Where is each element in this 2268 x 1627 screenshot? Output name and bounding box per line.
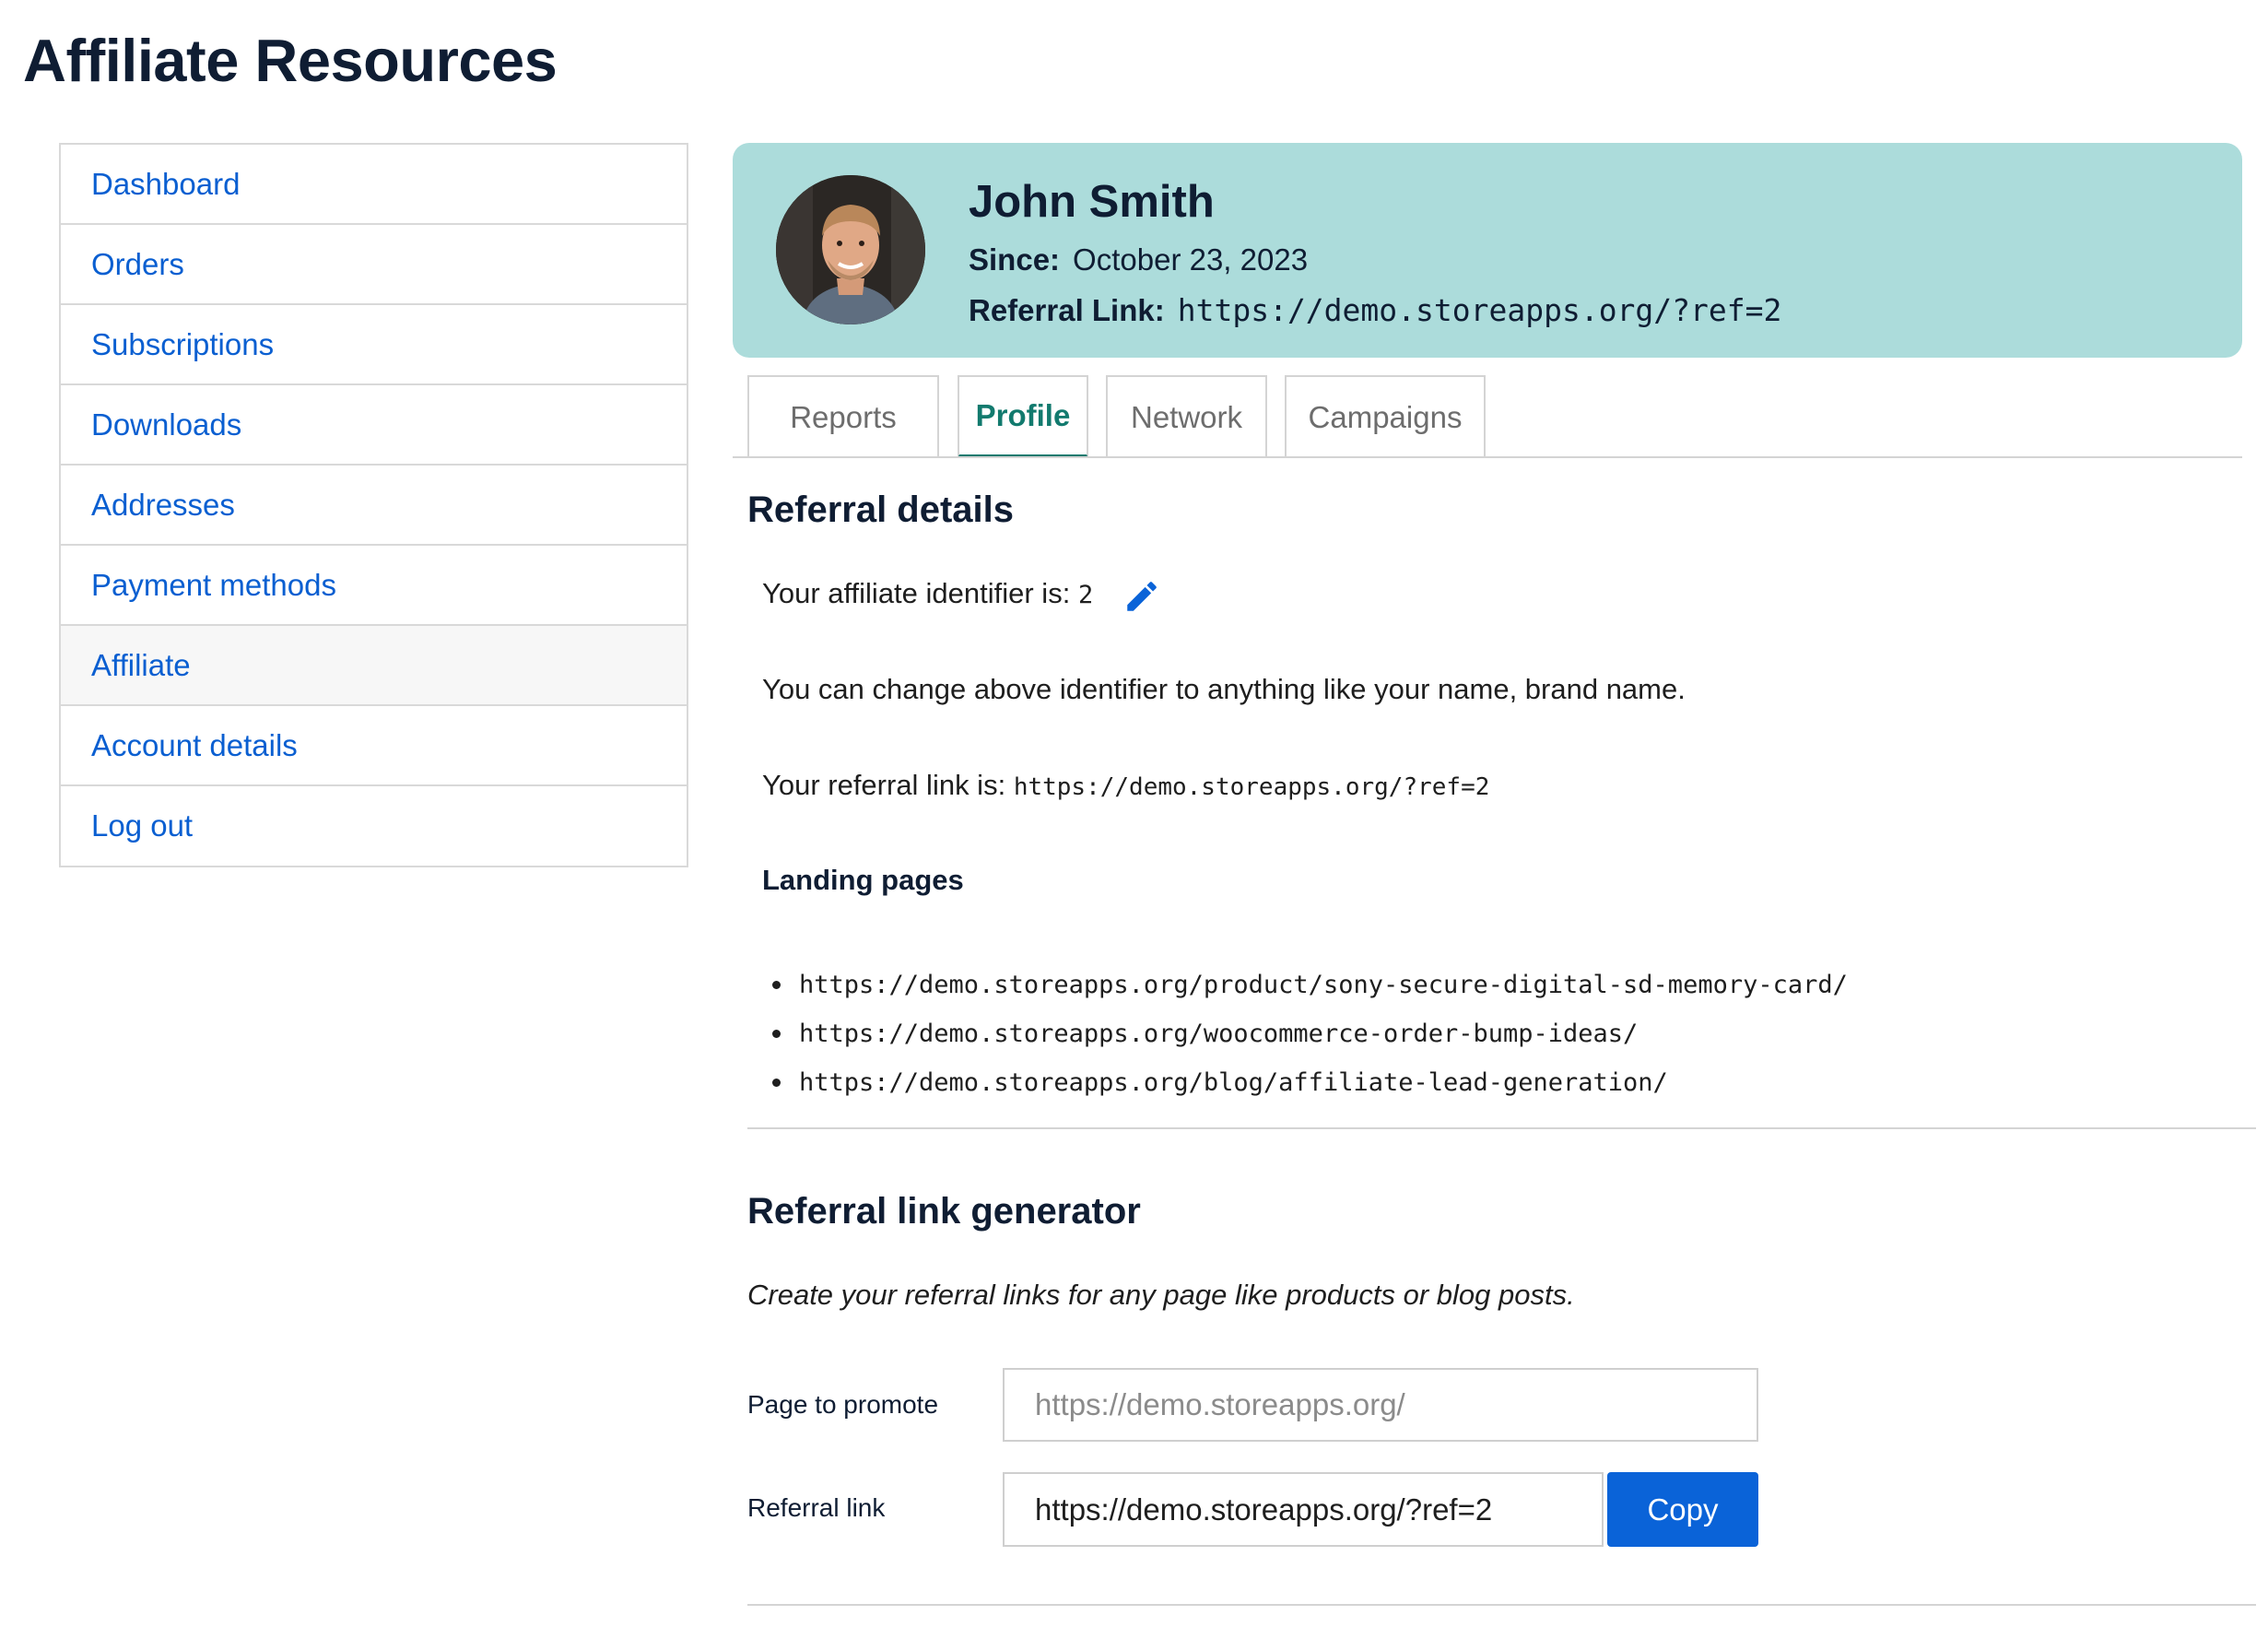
since-label: Since: bbox=[969, 242, 1061, 277]
tab-reports[interactable]: Reports bbox=[747, 375, 939, 458]
sidebar-item-account-details[interactable]: Account details bbox=[61, 706, 687, 786]
identifier-text: Your affiliate identifier is: bbox=[762, 577, 1071, 609]
referral-link-label: Referral Link: bbox=[969, 293, 1165, 327]
page-title: Affiliate Resources bbox=[23, 27, 558, 94]
affiliate-identifier: Your affiliate identifier is: 2 bbox=[762, 577, 1093, 610]
sidebar-item-affiliate[interactable]: Affiliate bbox=[61, 626, 687, 706]
referral-link-output[interactable] bbox=[1003, 1472, 1604, 1547]
affiliate-since: Since: October 23, 2023 bbox=[969, 242, 1308, 277]
sidebar-item-downloads[interactable]: Downloads bbox=[61, 385, 687, 466]
section-divider bbox=[747, 1127, 2256, 1129]
link-generator-subtitle: Create your referral links for any page … bbox=[747, 1279, 1575, 1311]
referral-link-url: https://demo.storeapps.org/?ref=2 bbox=[1013, 773, 1490, 801]
sidebar-item-payment-methods[interactable]: Payment methods bbox=[61, 546, 687, 626]
referral-link-line: Your referral link is: https://demo.stor… bbox=[762, 769, 1489, 802]
referral-link-value: https://demo.storeapps.org/?ref=2 bbox=[1177, 292, 1782, 328]
affiliate-profile-card: John Smith Since: October 23, 2023 Referr… bbox=[733, 143, 2242, 358]
tab-network[interactable]: Network bbox=[1106, 375, 1267, 458]
landing-pages-list: https://demo.storeapps.org/product/sony-… bbox=[772, 961, 1848, 1107]
tab-campaigns[interactable]: Campaigns bbox=[1285, 375, 1486, 458]
sidebar-item-dashboard[interactable]: Dashboard bbox=[61, 145, 687, 225]
landing-page-item: https://demo.storeapps.org/blog/affiliat… bbox=[772, 1058, 1848, 1107]
avatar bbox=[776, 175, 925, 324]
referral-details-title: Referral details bbox=[747, 489, 1015, 530]
page-to-promote-input[interactable] bbox=[1003, 1368, 1758, 1442]
affiliate-referral-link: Referral Link: https://demo.storeapps.org… bbox=[969, 292, 1781, 328]
landing-page-item: https://demo.storeapps.org/product/sony-… bbox=[772, 961, 1848, 1009]
sidebar-item-log-out[interactable]: Log out bbox=[61, 786, 687, 866]
page-to-promote-label: Page to promote bbox=[747, 1390, 939, 1419]
identifier-change-hint: You can change above identifier to anyth… bbox=[762, 673, 1686, 705]
account-navigation: Dashboard Orders Subscriptions Downloads… bbox=[59, 143, 688, 867]
since-value: October 23, 2023 bbox=[1073, 242, 1309, 277]
landing-pages-title: Landing pages bbox=[762, 864, 964, 896]
section-divider-bottom bbox=[747, 1604, 2256, 1606]
referral-link-text: Your referral link is: bbox=[762, 769, 1006, 801]
affiliate-name: John Smith bbox=[969, 177, 1215, 227]
link-generator-title: Referral link generator bbox=[747, 1191, 1141, 1232]
tab-profile[interactable]: Profile bbox=[958, 375, 1088, 458]
identifier-value: 2 bbox=[1077, 581, 1094, 609]
copy-button[interactable]: Copy bbox=[1607, 1472, 1758, 1547]
sidebar-item-addresses[interactable]: Addresses bbox=[61, 466, 687, 546]
pencil-icon[interactable] bbox=[1122, 577, 1161, 616]
sidebar-item-subscriptions[interactable]: Subscriptions bbox=[61, 305, 687, 385]
referral-link-label: Referral link bbox=[747, 1493, 886, 1522]
sidebar-item-orders[interactable]: Orders bbox=[61, 225, 687, 305]
landing-page-item: https://demo.storeapps.org/woocommerce-o… bbox=[772, 1009, 1848, 1058]
avatar-image bbox=[776, 175, 925, 324]
tabs-divider bbox=[733, 456, 2242, 458]
